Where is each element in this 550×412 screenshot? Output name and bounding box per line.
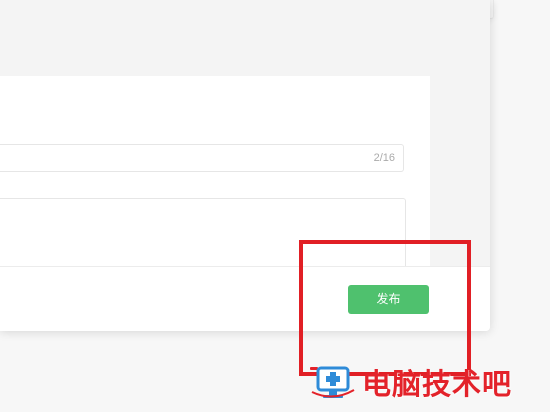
title-char-counter: 2/16 (373, 152, 395, 164)
title-input[interactable]: 2/16 (0, 144, 404, 172)
watermark-text: 电脑技术吧 (362, 367, 513, 401)
publish-dialog: 2/16 发布 (0, 0, 490, 331)
dialog-body: 2/16 (0, 76, 430, 266)
content-textarea[interactable] (0, 198, 406, 266)
computer-monitor-icon (308, 362, 358, 402)
publish-button[interactable]: 发布 (348, 285, 429, 314)
watermark: 电脑技术吧 (308, 362, 512, 402)
dialog-footer: 发布 (0, 266, 490, 331)
